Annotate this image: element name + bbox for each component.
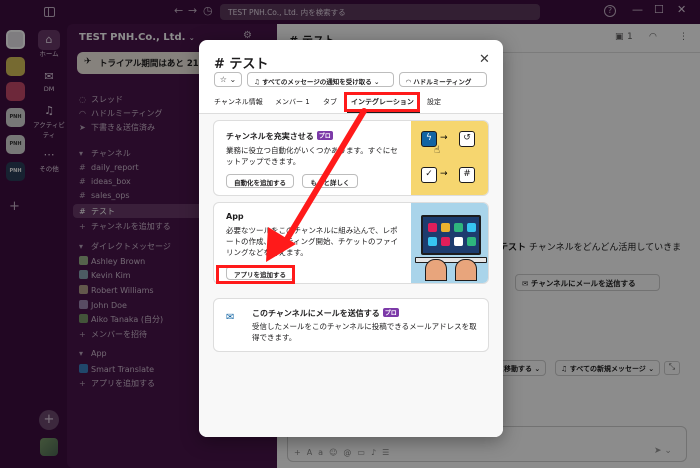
pro-badge: プロ [316,131,333,140]
star-button[interactable]: ☆ ⌄ [214,72,242,87]
learn-more-button[interactable]: もっと詳しく [302,174,358,188]
apps-illustration [411,203,488,283]
card-title: App [226,212,244,221]
integration-tab-annotation [344,92,420,112]
tab-settings[interactable]: 設定 [427,97,441,107]
pro-badge: プロ [382,308,399,317]
tab-members[interactable]: メンバー 1 [275,97,310,107]
email-card: ✉ このチャンネルにメールを送信する プロ 受信したメールをこのチャンネルに投稿で… [213,298,489,352]
add-automation-button[interactable]: 自動化を追加する [226,174,294,188]
laptop-base [415,257,487,263]
card-description: 必要なツールをこのチャンネルに組み込んで、レポートの作成、ミーティング開始、チケ… [226,226,399,257]
huddle-button[interactable]: ◠ ハドルミーティング [399,72,487,87]
bell-icon: ♫ [254,78,263,86]
check-icon: ✓ [421,167,437,183]
add-app-annotation [216,265,295,284]
card-title: チャンネルを充実させる プロ [226,131,333,141]
tab-channel-info[interactable]: チャンネル情報 [214,97,263,107]
arrow-icon: → [440,169,448,179]
close-icon[interactable]: ✕ [479,52,490,67]
card-title: このチャンネルにメールを送信する プロ [252,308,399,318]
mail-icon: ✉ [226,312,235,323]
tab-tabs[interactable]: タブ [323,97,337,107]
card-description[interactable]: 受信したメールをこのチャンネルに投稿できるメールアドレスを取得できます。 [252,321,484,343]
hash-icon: # [459,167,475,183]
automation-illustration: ϟ ↺ ✓ # → → ☝ [411,121,488,195]
modal-title: # テスト [214,57,269,72]
card-description: 業務に役立つ自動化がいくつかあります。すぐにセットアップできます。 [226,146,398,166]
notification-button[interactable]: ♫ すべてのメッセージの通知を受け取る ⌄ [247,72,394,87]
laptop-icon [421,215,481,255]
automation-card: チャンネルを充実させる プロ 業務に役立つ自動化がいくつかあります。すぐにセットア… [213,120,489,196]
loop-icon: ↺ [459,131,475,147]
hand-icon [425,259,447,281]
arrow-icon: → [440,133,448,143]
hand-icon [455,259,477,281]
pointer-hand-icon: ☝ [434,145,441,156]
channel-details-modal: # テスト ✕ ☆ ⌄ ♫ すべてのメッセージの通知を受け取る ⌄ ◠ ハドルミ… [199,40,503,437]
